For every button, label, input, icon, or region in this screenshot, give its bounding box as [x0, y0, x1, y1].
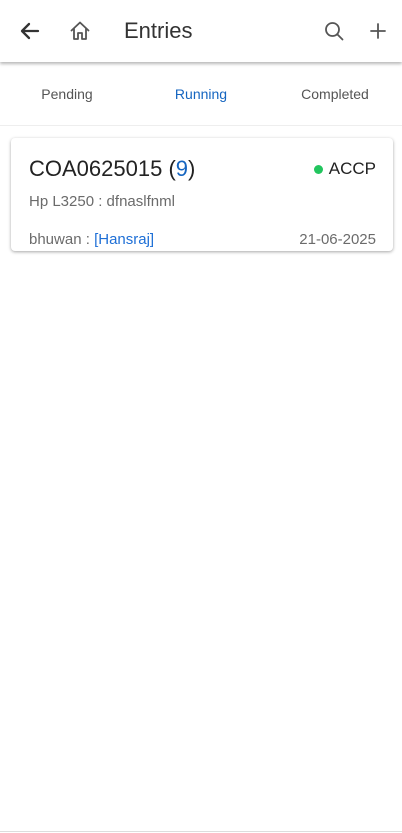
home-button[interactable] [62, 13, 98, 49]
tab-bar: Pending Running Completed [0, 62, 402, 126]
entry-user-line: bhuwan : [Hansraj] [29, 230, 154, 250]
plus-icon [370, 23, 386, 39]
tab-pending[interactable]: Pending [0, 62, 134, 125]
entry-date: 21-06-2025 [299, 231, 376, 248]
entry-code-line: COA0625015 (9) [29, 155, 195, 183]
tab-running[interactable]: Running [134, 62, 268, 125]
entry-user: bhuwan [29, 231, 82, 248]
app-root: Entries Pending Running Completed COA062… [0, 0, 402, 833]
search-button[interactable] [316, 13, 352, 49]
back-arrow-icon [20, 22, 40, 40]
tab-completed[interactable]: Completed [268, 62, 402, 125]
user-separator: : [81, 231, 95, 248]
bottom-divider [0, 831, 402, 832]
add-entry-button[interactable] [360, 13, 396, 49]
home-icon [70, 21, 90, 40]
entry-assignee-link[interactable]: [Hansraj] [94, 231, 154, 248]
status-dot-icon [313, 164, 323, 174]
entry-device: Hp L3250 : dfnaslfnml [29, 193, 175, 210]
app-bar: Entries [0, 0, 402, 62]
entry-card[interactable]: COA0625015 (9) ACCP Hp L3250 : dfnaslfnm… [11, 138, 393, 251]
back-button[interactable] [12, 13, 48, 49]
status-badge: ACCP [313, 158, 376, 180]
page-title: Entries [124, 18, 193, 43]
entry-code: COA0625015 [29, 156, 163, 181]
count-close-paren: ) [188, 156, 196, 181]
count-open-paren: ( [162, 156, 176, 181]
status-label: ACCP [328, 159, 376, 178]
search-icon [325, 22, 344, 41]
entry-count: 9 [175, 156, 189, 181]
